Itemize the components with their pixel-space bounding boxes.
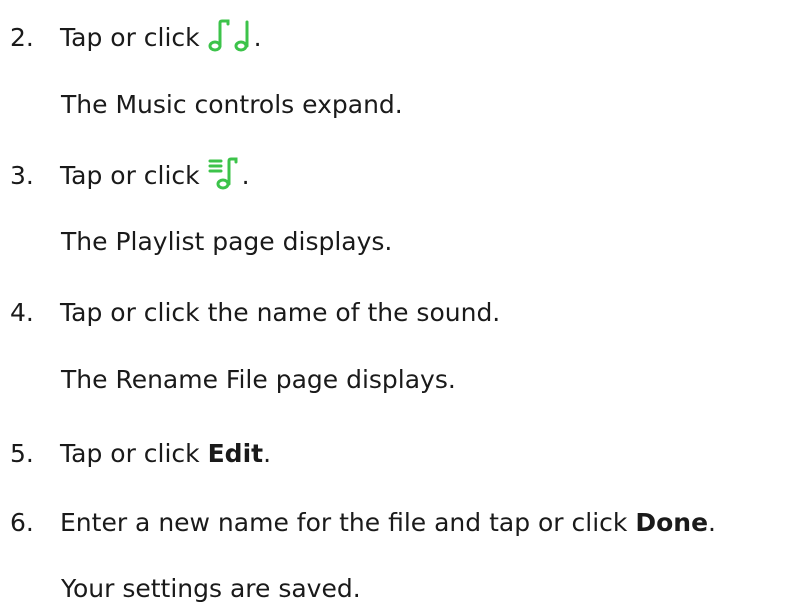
step-text: Enter a new name for the file and tap or… [60, 508, 636, 537]
step-text: Tap or click [60, 439, 208, 468]
step-number: 5. [10, 439, 34, 468]
step-text-end: . [253, 23, 262, 52]
done-label: Done [635, 508, 709, 537]
step-3-result: The Playlist page displays. [61, 227, 393, 256]
step-number: 2. [10, 23, 34, 52]
step-4: 4. Tap or click the name of the sound. [10, 297, 500, 329]
step-number: 6. [10, 508, 34, 537]
instruction-document: 2. Tap or click . The Music controls expa… [0, 0, 809, 608]
step-2-result: The Music controls expand. [61, 90, 403, 119]
step-3: 3. Tap or click . [10, 156, 250, 192]
step-text-end: . [241, 161, 250, 190]
edit-label: Edit [207, 439, 264, 468]
step-4-result: The Rename File page displays. [61, 365, 456, 394]
step-text: Tap or click [60, 161, 208, 190]
step-number: 4. [10, 298, 34, 327]
step-text-end: . [708, 508, 716, 537]
step-text: Tap or click [60, 23, 208, 52]
playlist-icon[interactable] [208, 156, 242, 190]
step-6-result: Your settings are saved. [61, 574, 361, 603]
step-number: 3. [10, 161, 34, 190]
step-text-end: . [263, 439, 272, 468]
step-2: 2. Tap or click . [10, 18, 262, 54]
step-5: 5. Tap or click Edit. [10, 438, 271, 470]
step-text: Tap or click the name of the sound. [60, 298, 501, 327]
music-notes-icon[interactable] [208, 18, 254, 52]
step-6: 6. Enter a new name for the file and tap … [10, 507, 716, 539]
